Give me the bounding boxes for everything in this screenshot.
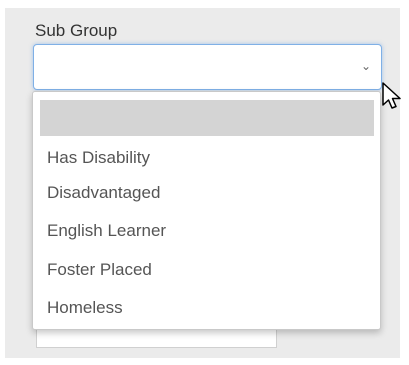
mouse-pointer-icon — [382, 82, 401, 109]
sub-group-select[interactable]: ⌄ — [33, 44, 382, 90]
dropdown-option-foster-placed[interactable]: Foster Placed — [47, 259, 152, 281]
chevron-down-icon[interactable]: ⌄ — [361, 59, 371, 73]
next-field-input[interactable] — [36, 328, 277, 348]
dropdown-option-english-learner[interactable]: English Learner — [47, 220, 166, 242]
dropdown-option-disadvantaged[interactable]: Disadvantaged — [47, 182, 160, 204]
dropdown-option-has-disability[interactable]: Has Disability — [47, 147, 150, 169]
dropdown-option-homeless[interactable]: Homeless — [47, 297, 123, 319]
dropdown-option-empty[interactable] — [40, 100, 374, 136]
sub-group-label: Sub Group — [35, 21, 118, 40]
sub-group-dropdown-list: Has Disability Disadvantaged English Lea… — [32, 91, 381, 330]
